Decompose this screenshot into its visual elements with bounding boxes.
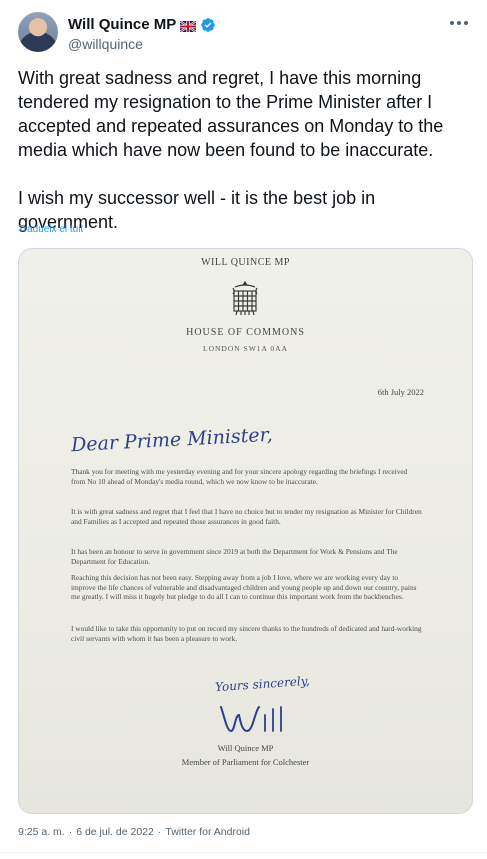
letterhead-house: HOUSE OF COMMONS xyxy=(186,327,305,338)
tweet-date[interactable]: 6 de jul. de 2022 xyxy=(76,826,154,838)
letter-paragraph: Thank you for meeting with me yesterday … xyxy=(71,467,408,486)
uk-flag-icon xyxy=(179,19,197,33)
signer-title: Member of Parliament for Colchester xyxy=(181,757,310,767)
tweet-metadata: 9:25 a. m. · 6 de jul. de 2022 · Twitter… xyxy=(18,826,250,838)
meta-separator: · xyxy=(157,826,162,838)
letter-salutation: Dear Prime Minister, xyxy=(70,423,274,457)
letterhead-address: LONDON SW1A 0AA xyxy=(203,344,288,353)
letter-closing: Yours sincerely, xyxy=(214,673,311,695)
meta-separator: · xyxy=(68,826,73,838)
tweet-image[interactable]: WILL QUINCE MP HOUSE OF COMMONS LONDON S… xyxy=(18,248,473,814)
avatar[interactable] xyxy=(18,12,58,52)
signature xyxy=(220,706,282,733)
author-name-row: Will Quince MP xyxy=(68,16,216,33)
portcullis-icon xyxy=(232,280,258,316)
signer-name: Will Quince MP xyxy=(217,743,274,753)
letter-paragraph: It has been an honour to serve in govern… xyxy=(71,547,398,566)
author-handle[interactable]: @willquince xyxy=(68,36,143,52)
tweet-time[interactable]: 9:25 a. m. xyxy=(18,826,65,838)
tweet-header: Will Quince MP @willquince xyxy=(18,12,473,56)
divider xyxy=(0,852,487,853)
translate-tweet-link[interactable]: Tradueix el tuit xyxy=(18,224,83,235)
letter-paragraph: Reaching this decision has not been easy… xyxy=(71,573,417,602)
verified-badge-icon xyxy=(200,17,216,33)
display-name[interactable]: Will Quince MP xyxy=(68,16,176,33)
tweet-source[interactable]: Twitter for Android xyxy=(165,826,250,838)
more-options-icon[interactable] xyxy=(447,14,471,32)
letter-paragraph: I would like to take this opportunity to… xyxy=(71,624,422,643)
letter-paragraph: It is with great sadness and regret that… xyxy=(71,507,422,526)
letterhead-name: WILL QUINCE MP xyxy=(201,257,290,268)
resignation-letter: WILL QUINCE MP HOUSE OF COMMONS LONDON S… xyxy=(19,249,472,813)
letter-date: 6th July 2022 xyxy=(377,387,424,397)
tweet-text: With great sadness and regret, I have th… xyxy=(18,68,444,232)
